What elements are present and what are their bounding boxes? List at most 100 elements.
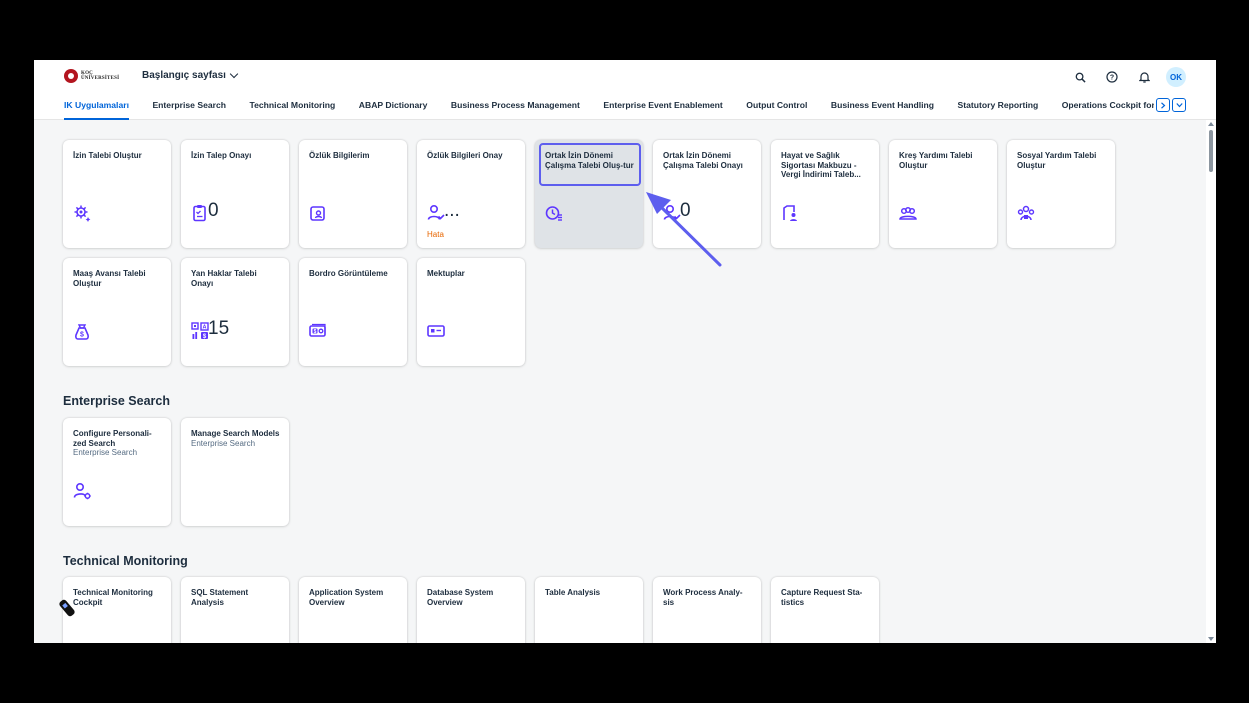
app-tile[interactable]: İzin Talebi Oluştur	[63, 140, 171, 248]
tile-title: Configure Personali-zed Search Enterprise…	[73, 429, 163, 458]
tile-error-status: Hata	[427, 230, 444, 239]
clock-list-icon	[545, 204, 563, 222]
app-tile[interactable]: Sosyal Yardım Talebi Oluştur	[1007, 140, 1115, 248]
svg-text:$: $	[314, 329, 317, 335]
page-selector-label: Başlangıç sayfası	[142, 70, 226, 81]
tile-title: Manage Search Models Enterprise Search	[191, 429, 281, 448]
bell-icon[interactable]	[1134, 67, 1154, 87]
university-logo[interactable]: KOÇ ÜNİVERSİTESİ	[64, 69, 119, 83]
tile-title-text: Özlük Bilgileri Onay	[427, 151, 503, 160]
app-tile[interactable]: Ortak İzin Dönemi Çalışma Talebi Oluş-tu…	[535, 140, 643, 248]
tab-enterprise-event-enablement[interactable]: Enterprise Event Enablement	[603, 97, 722, 120]
tile-title: Technical Monitoring Cockpit	[73, 588, 163, 607]
app-tile[interactable]: Özlük Bilgilerim	[299, 140, 407, 248]
id-card-icon	[309, 204, 327, 222]
svg-text:$: $	[80, 332, 84, 339]
app-tile[interactable]: Bordro Görüntüleme $	[299, 258, 407, 366]
search-icon[interactable]	[1070, 67, 1090, 87]
tile-title-text: Ortak İzin Dönemi Çalışma Talebi Onayı	[663, 151, 743, 170]
tile-title: SQL Statement Analysis	[191, 588, 281, 607]
svg-text:?: ?	[1110, 75, 1114, 82]
tab-overflow-button[interactable]	[1172, 98, 1186, 112]
tile-title: Özlük Bilgileri Onay	[427, 151, 517, 161]
tab-ik-uygulamaları[interactable]: IK Uygulamaları	[64, 97, 129, 120]
tile-kpi-number: ...	[444, 200, 460, 221]
user-check-icon	[663, 204, 681, 222]
app-tile[interactable]: Yan Haklar Talebi Onayı A $15	[181, 258, 289, 366]
tile-kpi-number: 0	[208, 200, 219, 221]
tile-kpi-number: 0	[680, 200, 691, 221]
app-tile[interactable]: Ortak İzin Dönemi Çalışma Talebi Onayı 0	[653, 140, 761, 248]
tile-title-text: Sosyal Yardım Talebi Oluştur	[1017, 151, 1097, 170]
tile-title: Kreş Yardımı Talebi Oluştur	[899, 151, 989, 170]
launchpad-content: İzin Talebi Oluştur İzin Talep Onayı 0 Özlü…	[34, 120, 1206, 643]
tile-title-text: Configure Personali-zed Search	[73, 429, 152, 448]
scroll-down-icon[interactable]	[1208, 637, 1214, 641]
tab-technical-monitoring[interactable]: Technical Monitoring	[250, 97, 336, 120]
app-tile[interactable]: Application System Overview	[299, 577, 407, 643]
tile-title-text: Database System Overview	[427, 588, 494, 607]
tile-title-text: Maaş Avansı Talebi Oluştur	[73, 269, 146, 288]
app-tile[interactable]: SQL Statement Analysis	[181, 577, 289, 643]
tab-operations-cockpit-for[interactable]: Operations Cockpit for	[1062, 97, 1155, 120]
gear-sparkle-icon	[73, 204, 91, 222]
tile-title: Table Analysis	[545, 588, 635, 598]
app-tile[interactable]: Database System Overview	[417, 577, 525, 643]
shell-header: KOÇ ÜNİVERSİTESİ Başlangıç sayfası ? OK …	[34, 60, 1216, 120]
tab-business-process-management[interactable]: Business Process Management	[451, 97, 580, 120]
app-tile[interactable]: Technical Monitoring Cockpit	[63, 577, 171, 643]
logo-mark-icon	[64, 69, 78, 83]
app-tile[interactable]: Kreş Yardımı Talebi Oluştur	[889, 140, 997, 248]
tile-title-text: Bordro Görüntüleme	[309, 269, 388, 278]
section-title-enterprise-search: Enterprise Search	[63, 394, 170, 408]
annotation-highlight-box	[539, 143, 641, 186]
app-tile[interactable]: Özlük Bilgileri Onay... Hata	[417, 140, 525, 248]
user-avatar[interactable]: OK	[1166, 67, 1186, 87]
tile-subtitle: Enterprise Search	[191, 438, 256, 448]
tile-title-text: Technical Monitoring Cockpit	[73, 588, 153, 607]
scroll-up-icon[interactable]	[1208, 122, 1214, 126]
clipboard-check-icon	[191, 204, 209, 222]
tile-title: İzin Talebi Oluştur	[73, 151, 163, 161]
document-person-icon	[781, 204, 799, 222]
app-tile[interactable]: Capture Request Sta-tistics	[771, 577, 879, 643]
tab-business-event-handling[interactable]: Business Event Handling	[831, 97, 934, 120]
scroll-thumb[interactable]	[1209, 130, 1213, 172]
app-tile[interactable]: Work Process Analy-sis	[653, 577, 761, 643]
tab-enterprise-search[interactable]: Enterprise Search	[152, 97, 226, 120]
tile-title-text: Work Process Analy-sis	[663, 588, 743, 607]
tile-title-text: Yan Haklar Talebi Onayı	[191, 269, 257, 288]
app-tile[interactable]: Configure Personali-zed Search Enterprise…	[63, 418, 171, 526]
app-tile[interactable]: Manage Search Models Enterprise Search	[181, 418, 289, 526]
tab-scroll-right-button[interactable]	[1156, 98, 1170, 112]
tile-title: Bordro Görüntüleme	[309, 269, 399, 279]
tile-title: İzin Talep Onayı	[191, 151, 281, 161]
tile-title-text: Hayat ve Sağlık Sigortası Makbuzu - Verg…	[781, 151, 861, 179]
app-tile[interactable]: Maaş Avansı Talebi Oluştur $	[63, 258, 171, 366]
payroll-icon: $	[309, 322, 327, 340]
app-tile[interactable]: Hayat ve Sağlık Sigortası Makbuzu - Verg…	[771, 140, 879, 248]
vertical-scrollbar[interactable]	[1206, 120, 1216, 643]
logo-line2: ÜNİVERSİTESİ	[81, 76, 120, 81]
money-bag-icon: $	[73, 322, 91, 340]
tab-output-control[interactable]: Output Control	[746, 97, 807, 120]
user-settings-icon	[73, 482, 91, 500]
tile-title-text: Manage Search Models	[191, 429, 280, 438]
tab-bar: IK Uygulamaları Enterprise Search Technica…	[64, 97, 1186, 120]
tile-title: Özlük Bilgilerim	[309, 151, 399, 161]
tile-title: Sosyal Yardım Talebi Oluştur	[1017, 151, 1107, 170]
tile-title: Database System Overview	[427, 588, 517, 607]
tile-title: Maaş Avansı Talebi Oluştur	[73, 269, 163, 288]
tab-statutory-reporting[interactable]: Statutory Reporting	[958, 97, 1039, 120]
app-tile[interactable]: Mektuplar	[417, 258, 525, 366]
tile-kpi-number: 15	[208, 318, 230, 339]
help-icon[interactable]: ?	[1102, 67, 1122, 87]
tab-abap-dictionary[interactable]: ABAP Dictionary	[359, 97, 428, 120]
tile-title: Capture Request Sta-tistics	[781, 588, 871, 607]
app-tile[interactable]: İzin Talep Onayı 0	[181, 140, 289, 248]
app-tile[interactable]: Table Analysis	[535, 577, 643, 643]
qr-chart-icon: A $	[191, 322, 209, 340]
tile-title: Yan Haklar Talebi Onayı	[191, 269, 281, 288]
page-selector[interactable]: Başlangıç sayfası	[142, 69, 239, 81]
browser-viewport: KOÇ ÜNİVERSİTESİ Başlangıç sayfası ? OK …	[34, 60, 1216, 643]
